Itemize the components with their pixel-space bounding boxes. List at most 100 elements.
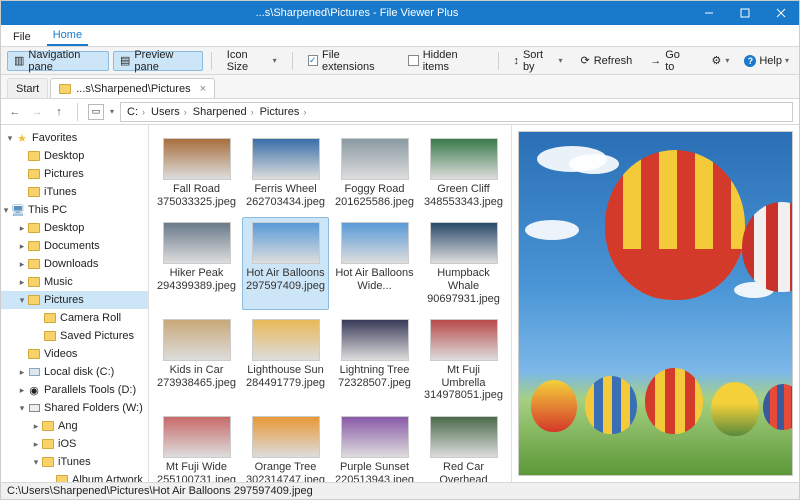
settings-button[interactable]: ⚙▾ [704,51,736,71]
address-bar: ← → ↑ ▭ ▾ C:› Users› Sharpened› Pictures… [1,99,799,125]
tree-item[interactable]: ▸Music [1,273,148,291]
maximize-button[interactable] [727,1,763,25]
file-grid[interactable]: Fall Road375033325.jpeg Ferris Wheel2627… [149,125,511,482]
breadcrumb[interactable]: C:› Users› Sharpened› Pictures› [120,102,793,122]
folder-icon [59,84,71,94]
file-name: Lightning Tree72328507.jpeg [338,364,411,389]
tree-this-pc[interactable]: ▾🖥This PC [1,201,148,219]
thumbnail-image [252,319,320,361]
folder-icon [55,475,69,482]
tree-item[interactable]: Camera Roll [1,309,148,327]
tree-itunes[interactable]: ▾iTunes [1,453,148,471]
tree-item[interactable]: Saved Pictures [1,327,148,345]
back-button[interactable]: ← [7,104,23,120]
chevron-down-icon: ▾ [273,56,277,65]
tree-item[interactable]: Desktop [1,147,148,165]
network-drive-icon [27,404,41,412]
breadcrumb-c[interactable]: C:› [125,106,147,118]
tab-start[interactable]: Start [7,78,48,98]
breadcrumb-sharpened[interactable]: Sharpened› [191,106,256,118]
folder-icon [27,295,41,305]
file-name: Humpback Whale90697931.jpeg [424,267,504,305]
nav-pane-icon: ▥ [14,54,24,67]
file-thumbnail[interactable]: Foggy Road201625586.jpeg [331,133,418,213]
file-thumbnail[interactable]: Hot Air BalloonsWide... [331,217,418,310]
file-name: Lighthouse Sun284491779.jpeg [246,364,325,389]
tree-favorites[interactable]: ▾★Favorites [1,129,148,147]
preview-pane-toggle[interactable]: ▤Preview pane [113,51,203,71]
file-thumbnail[interactable]: Orange Tree302314747.jpeg [242,411,329,482]
file-thumbnail[interactable]: Hiker Peak294399389.jpeg [153,217,240,310]
breadcrumb-users[interactable]: Users› [149,106,189,118]
file-name: Fall Road375033325.jpeg [157,183,236,208]
tab-pictures[interactable]: ...s\Sharpened\Pictures × [50,78,215,98]
file-thumbnail[interactable]: Mt Fuji Umbrella314978051.jpeg [420,314,507,407]
file-thumbnail[interactable]: Mt Fuji Wide255100731.jpeg [153,411,240,482]
file-thumbnail[interactable]: Ferris Wheel262703434.jpeg [242,133,329,213]
tree-item[interactable]: ▸Desktop [1,219,148,237]
file-name: Mt Fuji Umbrella314978051.jpeg [424,364,504,402]
file-name: Foggy Road201625586.jpeg [335,183,414,208]
folder-icon [27,187,41,197]
hidden-items-checkbox[interactable]: Hidden items [401,51,489,71]
tree-item[interactable]: iTunes [1,183,148,201]
close-button[interactable] [763,1,799,25]
folder-icon [27,241,41,251]
file-extensions-checkbox[interactable]: ✓File extensions [301,51,398,71]
tree-item[interactable]: ▸Documents [1,237,148,255]
tree-item[interactable]: ▸Ang [1,417,148,435]
view-mode-button[interactable]: ▭ [88,104,104,120]
preview-pane [511,125,799,482]
tree-videos[interactable]: Videos [1,345,148,363]
file-thumbnail[interactable]: Fall Road375033325.jpeg [153,133,240,213]
navigation-pane-toggle[interactable]: ▥Navigation pane [7,51,109,71]
folder-icon [41,439,55,449]
tree-parallels[interactable]: ▸◉Parallels Tools (D:) [1,381,148,399]
checkbox-unchecked-icon [408,55,418,66]
tree-item[interactable]: ▸iOS [1,435,148,453]
file-thumbnail[interactable]: Hot Air Balloons297597409.jpeg [242,217,329,310]
forward-button[interactable]: → [29,104,45,120]
thumbnail-image [252,416,320,458]
navigation-tree[interactable]: ▾★Favorites DesktopPicturesiTunes ▾🖥This… [1,125,149,482]
sort-icon: ↕ [513,55,519,67]
up-button[interactable]: ↑ [51,104,67,120]
tree-pictures[interactable]: ▾Pictures [1,291,148,309]
tree-item[interactable]: ▸Downloads [1,255,148,273]
file-name: Orange Tree302314747.jpeg [246,461,325,482]
refresh-icon: ⟳ [580,54,589,67]
thumbnail-image [341,222,409,264]
icon-size-dropdown[interactable]: Icon Size ▾ [220,51,284,71]
menu-home[interactable]: Home [47,26,88,46]
tree-local-disk[interactable]: ▸Local disk (C:) [1,363,148,381]
thumbnail-image [163,138,231,180]
tree-item[interactable]: Pictures [1,165,148,183]
window-title: ...s\Sharpened\Pictures - File Viewer Pl… [23,7,691,19]
thumbnail-image [430,416,498,458]
thumbnail-image [430,319,498,361]
go-to-button[interactable]: →Go to [643,51,696,71]
file-thumbnail[interactable]: Humpback Whale90697931.jpeg [420,217,507,310]
folder-icon [27,259,41,269]
refresh-button[interactable]: ⟳Refresh [573,51,639,71]
tree-item[interactable]: Album Artwork [1,471,148,482]
status-path: C:\Users\Sharpened\Pictures\Hot Air Ball… [7,485,313,497]
minimize-button[interactable] [691,1,727,25]
file-thumbnail[interactable]: Lightning Tree72328507.jpeg [331,314,418,407]
file-thumbnail[interactable]: Green Cliff348553343.jpeg [420,133,507,213]
chevron-down-icon[interactable]: ▾ [110,107,114,116]
file-thumbnail[interactable]: Kids in Car273938465.jpeg [153,314,240,407]
breadcrumb-pictures[interactable]: Pictures› [258,106,309,118]
tab-close-icon[interactable]: × [196,83,206,95]
help-button[interactable]: ?Help▾ [740,55,793,67]
file-thumbnail[interactable]: Purple Sunset220513943.jpeg [331,411,418,482]
disc-icon: ◉ [27,384,41,397]
folder-icon [41,457,55,467]
file-thumbnail[interactable]: Lighthouse Sun284491779.jpeg [242,314,329,407]
menu-file[interactable]: File [7,28,37,46]
tree-shared-w[interactable]: ▾Shared Folders (W:) [1,399,148,417]
ribbon: ▥Navigation pane ▤Preview pane Icon Size… [1,47,799,75]
file-thumbnail[interactable]: Red Car Overhead320762182.jpeg [420,411,507,482]
sort-by-dropdown[interactable]: ↕Sort by ▾ [506,51,569,71]
folder-icon [41,421,55,431]
